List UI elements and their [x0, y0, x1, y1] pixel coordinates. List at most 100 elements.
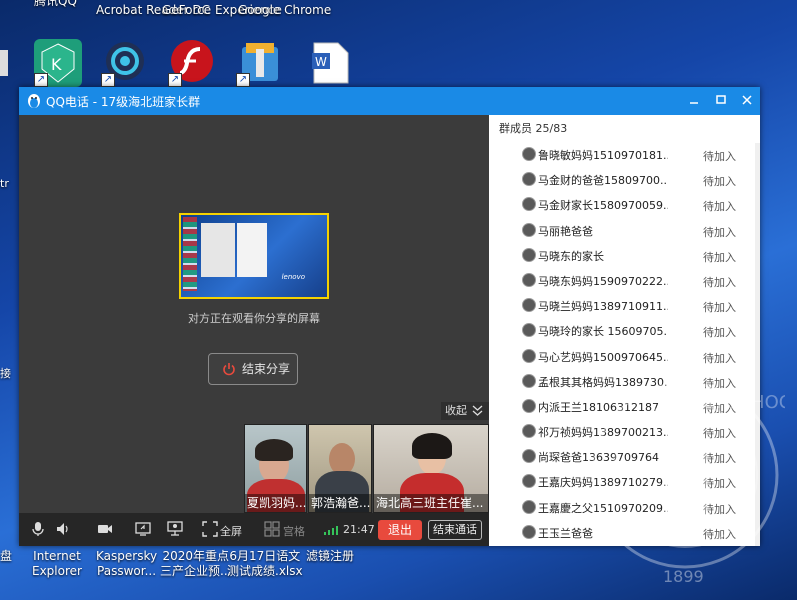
member-list: 鲁晓敏妈妈1510970181... 待加入 马金财的爸爸15809700... 待加…: [489, 142, 755, 545]
member-name: 马晓东妈妈1590970222...: [538, 274, 668, 288]
participant-name: 夏凯羽妈...: [245, 494, 306, 512]
svg-text:W: W: [315, 55, 327, 69]
member-row[interactable]: 马心艺妈妈1500970645... 待加入: [489, 344, 755, 369]
member-row[interactable]: 祁万祯妈妈1389700213... 待加入: [489, 419, 755, 444]
member-avatar: [522, 172, 536, 187]
desktop-label-filter[interactable]: 滤镜注册: [306, 549, 354, 564]
desktop-label-disk: 盘: [0, 549, 13, 563]
shortcut-arrow-icon: ↗: [101, 73, 115, 87]
member-status: 待加入: [703, 452, 736, 466]
minimize-button[interactable]: [684, 90, 704, 110]
presenter-icon[interactable]: [167, 521, 183, 537]
member-status: 待加入: [703, 427, 736, 441]
member-row[interactable]: 马晓兰妈妈1389710911... 待加入: [489, 293, 755, 318]
member-row[interactable]: 尚琛爸爸13639709764 待加入: [489, 444, 755, 469]
desktop-label-kaspersky-password[interactable]: Kaspersky Passwor...: [96, 549, 157, 579]
fullscreen-label[interactable]: 全屏: [220, 523, 242, 539]
participant-tile[interactable]: 夏凯羽妈...: [244, 424, 307, 513]
member-scrollbar[interactable]: [755, 143, 760, 546]
member-row[interactable]: 马晓玲的家长 15609705... 待加入: [489, 318, 755, 343]
member-row[interactable]: 马晓东的家长 待加入: [489, 243, 755, 268]
shortcut-arrow-icon: ↗: [236, 73, 250, 87]
speaker-icon[interactable]: [55, 521, 71, 537]
winrar-desktop-icon[interactable]: ↗: [236, 39, 284, 87]
desktop-label-scores-xlsx[interactable]: 6月17日语文 测试成绩.xlsx: [227, 549, 303, 579]
thumb-window: [201, 223, 235, 277]
maximize-icon: [716, 95, 726, 104]
end-share-label: 结束分享: [242, 362, 291, 376]
qq-penguin-icon: [28, 94, 40, 108]
desktop-label-chrome: Google Chrome: [238, 3, 332, 17]
member-name: 内派王兰18106312187: [538, 400, 659, 414]
member-avatar: [522, 197, 536, 212]
participant-tile[interactable]: 郭浩瀚爸...: [308, 424, 372, 513]
exit-button[interactable]: 退出: [378, 520, 422, 540]
screen-share-icon[interactable]: [135, 521, 151, 537]
member-status: 待加入: [703, 225, 736, 239]
member-avatar: [522, 222, 536, 237]
word-doc-icon: W: [312, 42, 349, 84]
screen-share-preview[interactable]: lenovo: [179, 213, 329, 299]
fullscreen-icon[interactable]: [202, 521, 218, 537]
desktop-label-ie[interactable]: Internet Explorer: [32, 549, 82, 579]
label-line: 滤镜注册: [306, 549, 355, 563]
desktop-label-qq: 腾讯QQ: [34, 0, 77, 8]
label-line: 6月17日语文: [229, 549, 301, 563]
close-button[interactable]: [737, 90, 757, 110]
member-name: 马金财家长1580970059...: [538, 199, 668, 213]
member-avatar: [522, 272, 536, 287]
member-avatar: [522, 398, 536, 413]
grid-icon[interactable]: [264, 521, 280, 537]
member-row[interactable]: 王玉兰爸爸 待加入: [489, 520, 755, 545]
call-timer: 21:47: [343, 523, 375, 536]
member-row[interactable]: 王嘉慶之父1510970209... 待加入: [489, 495, 755, 520]
member-status: 待加入: [703, 502, 736, 516]
member-name: 马丽艳爸爸: [538, 224, 593, 238]
word-doc-desktop-icon[interactable]: W: [306, 39, 354, 87]
member-status: 待加入: [703, 250, 736, 264]
close-icon: [742, 95, 752, 105]
member-avatar: [522, 247, 536, 262]
member-row[interactable]: 王嘉庆妈妈1389710279... 待加入: [489, 469, 755, 494]
window-titlebar[interactable]: QQ电话 - 17级海北班家长群: [19, 87, 760, 115]
qq-call-window: QQ电话 - 17级海北班家长群 lenovo 对方正在观看你分享的屏幕 结束分…: [19, 87, 760, 546]
camera-icon[interactable]: [97, 521, 113, 537]
member-avatar: [522, 449, 536, 464]
label-line: Passwor...: [97, 564, 157, 578]
member-avatar: [522, 474, 536, 489]
member-avatar: [522, 524, 536, 539]
member-row[interactable]: 马晓东妈妈1590970222... 待加入: [489, 268, 755, 293]
maximize-button[interactable]: [711, 90, 731, 110]
member-row[interactable]: 鲁晓敏妈妈1510970181... 待加入: [489, 142, 755, 167]
member-name: 马晓东的家长: [538, 249, 604, 263]
member-name: 祁万祯妈妈1389700213...: [538, 426, 668, 440]
desktop-edge-icon[interactable]: [0, 50, 8, 76]
flash-desktop-icon[interactable]: ↗: [168, 39, 216, 87]
microphone-icon[interactable]: [30, 521, 46, 537]
teamviewer-desktop-icon[interactable]: ↗: [101, 39, 149, 87]
desktop-edge-label-2: 接: [0, 367, 11, 380]
collapse-button[interactable]: 收起: [441, 402, 489, 420]
participant-hair: [255, 439, 293, 461]
member-name: 王玉兰爸爸: [538, 526, 593, 540]
member-row[interactable]: 马金财家长1580970059... 待加入: [489, 192, 755, 217]
member-name: 马晓兰妈妈1389710911...: [538, 300, 668, 314]
member-name: 马金财的爸爸15809700...: [538, 174, 668, 188]
gallery-label[interactable]: 宫格: [283, 523, 305, 539]
svg-text:K: K: [51, 55, 62, 74]
call-toolbar: 全屏 宫格 21:47 退出 结束通话: [19, 513, 489, 546]
desktop-label-enterprise[interactable]: 2020年重点 三产企业预...: [160, 549, 231, 579]
member-row[interactable]: 马丽艳爸爸 待加入: [489, 218, 755, 243]
member-row[interactable]: 马金财的爸爸15809700... 待加入: [489, 167, 755, 192]
thumb-desktop-icons: [183, 217, 197, 291]
member-status: 待加入: [703, 527, 736, 541]
end-share-button[interactable]: 结束分享: [208, 353, 298, 385]
member-avatar: [522, 298, 536, 313]
end-call-button[interactable]: 结束通话: [428, 520, 482, 540]
member-row[interactable]: 内派王兰18106312187 待加入: [489, 394, 755, 419]
member-row[interactable]: 孟根其其格妈妈1389730... 待加入: [489, 369, 755, 394]
kaspersky-desktop-icon[interactable]: K ↗: [34, 39, 82, 87]
member-status: 待加入: [703, 326, 736, 340]
participant-tile[interactable]: 海北高三班主任崔...: [373, 424, 489, 513]
member-status: 待加入: [703, 351, 736, 365]
